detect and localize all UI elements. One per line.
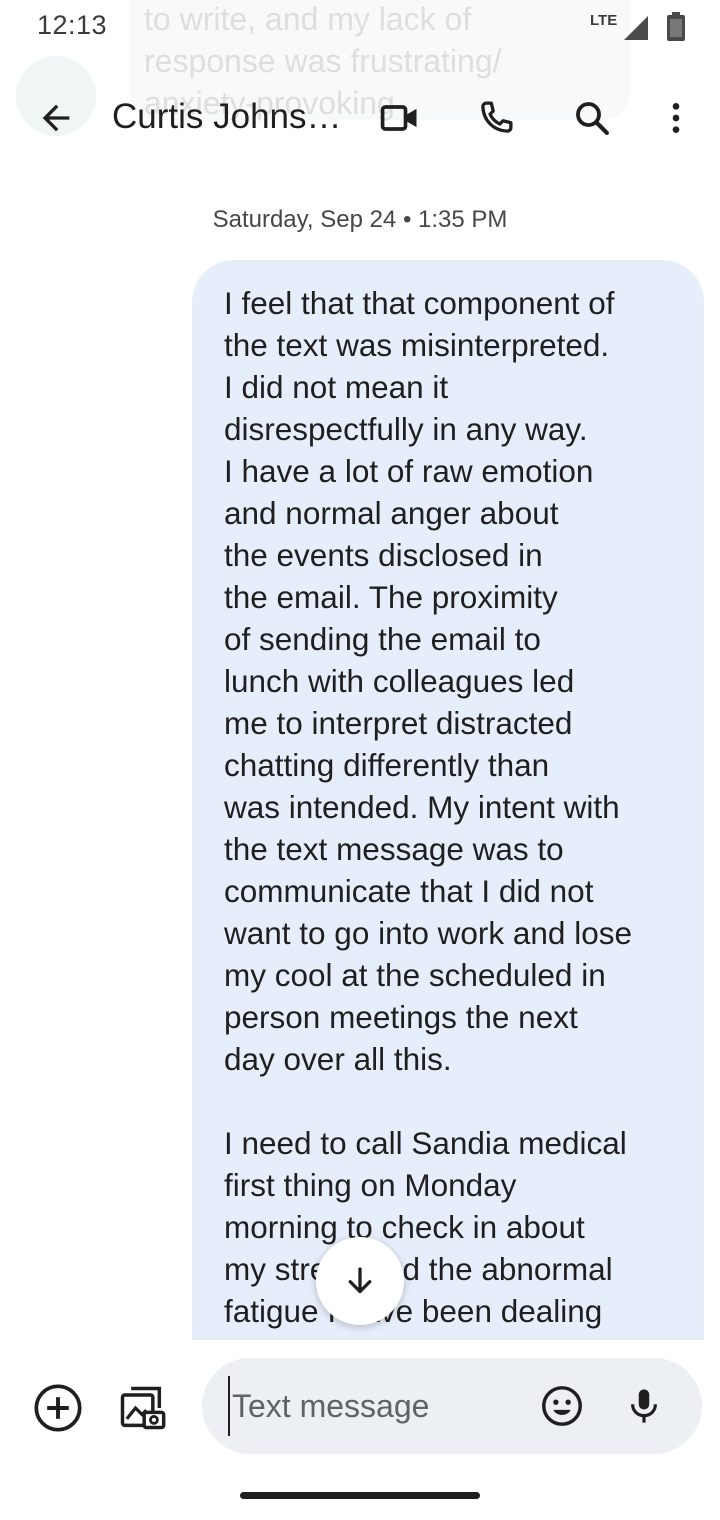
message-input[interactable] — [228, 1376, 528, 1436]
date-separator: Saturday, Sep 24 • 1:35 PM — [212, 206, 508, 233]
emoji-button[interactable] — [530, 1374, 594, 1438]
video-call-button[interactable] — [368, 86, 432, 150]
gallery-button[interactable] — [110, 1376, 174, 1440]
phone-call-button[interactable] — [464, 86, 528, 150]
back-arrow-icon — [42, 104, 70, 132]
search-icon — [576, 102, 609, 135]
back-button[interactable] — [24, 86, 88, 150]
scroll-to-bottom-button[interactable] — [316, 1237, 404, 1325]
gallery-icon — [120, 1386, 166, 1430]
phone-call-icon — [481, 101, 513, 133]
compose-bar — [0, 1356, 720, 1460]
status-time: 12:13 — [37, 10, 108, 40]
conversation-view[interactable]: I feel that that component of the text w… — [0, 260, 720, 1340]
message-input-container — [202, 1358, 702, 1454]
battery-icon — [667, 12, 685, 41]
mic-icon — [631, 1389, 657, 1423]
search-button[interactable] — [560, 86, 624, 150]
signal-icon — [624, 16, 648, 40]
message-text: I feel that that component of the text w… — [224, 285, 632, 1340]
add-attachment-button[interactable] — [26, 1376, 90, 1440]
navigation-handle[interactable] — [240, 1492, 480, 1499]
emoji-icon — [542, 1386, 582, 1426]
network-type: LTE — [590, 12, 618, 29]
add-circle-icon — [34, 1384, 82, 1432]
status-bar: 12:13 LTE — [0, 0, 720, 56]
voice-input-button[interactable] — [612, 1374, 676, 1438]
more-options-button[interactable] — [644, 86, 708, 150]
outgoing-message-bubble[interactable]: I feel that that component of the text w… — [192, 260, 704, 1340]
arrow-down-icon — [348, 1267, 372, 1294]
video-call-icon — [380, 105, 417, 131]
top-app-bar: Curtis Johns… — [0, 64, 720, 172]
contact-name[interactable]: Curtis Johns… — [112, 97, 342, 137]
more-vert-icon — [672, 103, 680, 133]
